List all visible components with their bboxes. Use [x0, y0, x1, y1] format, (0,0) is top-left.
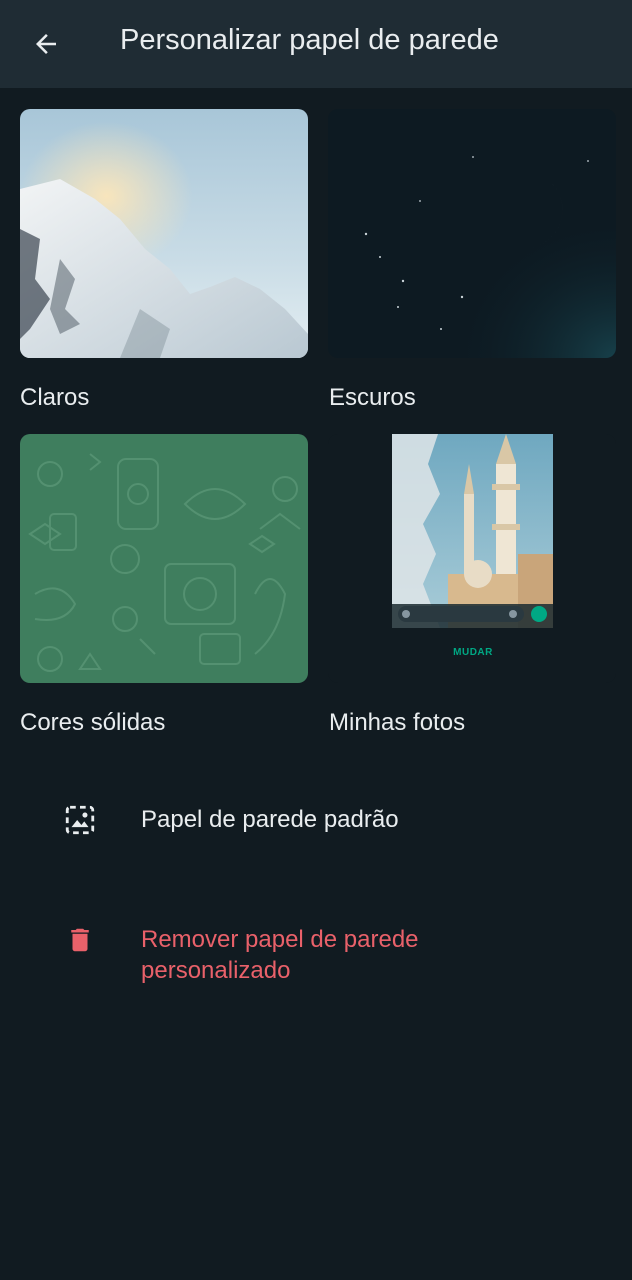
- wallpaper-icon: [62, 802, 98, 838]
- tile-light-wallpapers[interactable]: [20, 109, 308, 358]
- remove-wallpaper-option[interactable]: Remover papel de parede personalizado: [0, 910, 632, 990]
- change-photo-button[interactable]: MUDAR: [329, 647, 617, 658]
- category-label-dark: Escuros: [329, 384, 416, 411]
- tile-dark-wallpapers[interactable]: [328, 109, 616, 358]
- category-label-my-photos: Minhas fotos: [329, 709, 466, 736]
- arrow-left-icon: [36, 34, 56, 54]
- default-wallpaper-option[interactable]: Papel de parede padrão: [0, 790, 632, 850]
- remove-wallpaper-label-line1: Remover papel de parede: [141, 926, 419, 953]
- back-button[interactable]: [18, 18, 74, 70]
- tile-solid-colors[interactable]: [20, 434, 308, 683]
- category-label-light: Claros: [20, 384, 90, 411]
- mosque-photo-preview: [392, 434, 553, 628]
- remove-wallpaper-label-line2: personalizado: [141, 957, 291, 984]
- page-title: Personalizar papel de parede: [120, 24, 499, 56]
- green-doodle-pattern-image: [20, 434, 308, 683]
- tile-my-photos[interactable]: [328, 434, 616, 683]
- snowy-mountain-image: [20, 109, 308, 358]
- trash-icon: [62, 922, 98, 958]
- night-sky-moon-image: [328, 109, 616, 358]
- category-label-solid: Cores sólidas: [20, 709, 166, 736]
- default-wallpaper-label: Papel de parede padrão: [141, 806, 399, 833]
- app-bar: Personalizar papel de parede: [0, 0, 632, 88]
